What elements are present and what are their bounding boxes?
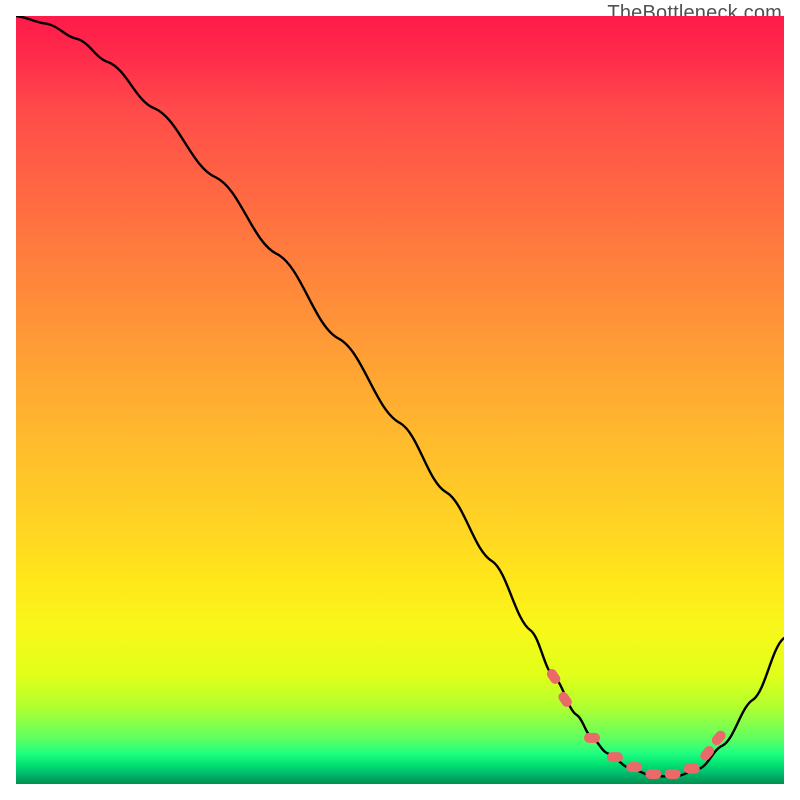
valley-markers-group (545, 667, 728, 779)
valley-marker (607, 752, 623, 762)
chart-svg (16, 16, 784, 784)
bottleneck-curve (16, 16, 784, 776)
plot-area (16, 16, 784, 784)
valley-marker (645, 769, 661, 779)
valley-marker (665, 769, 681, 779)
valley-marker (698, 744, 716, 763)
valley-marker (584, 733, 600, 743)
valley-marker (684, 764, 700, 774)
chart-stage: TheBottleneck.com (0, 0, 800, 800)
valley-marker (626, 762, 642, 772)
